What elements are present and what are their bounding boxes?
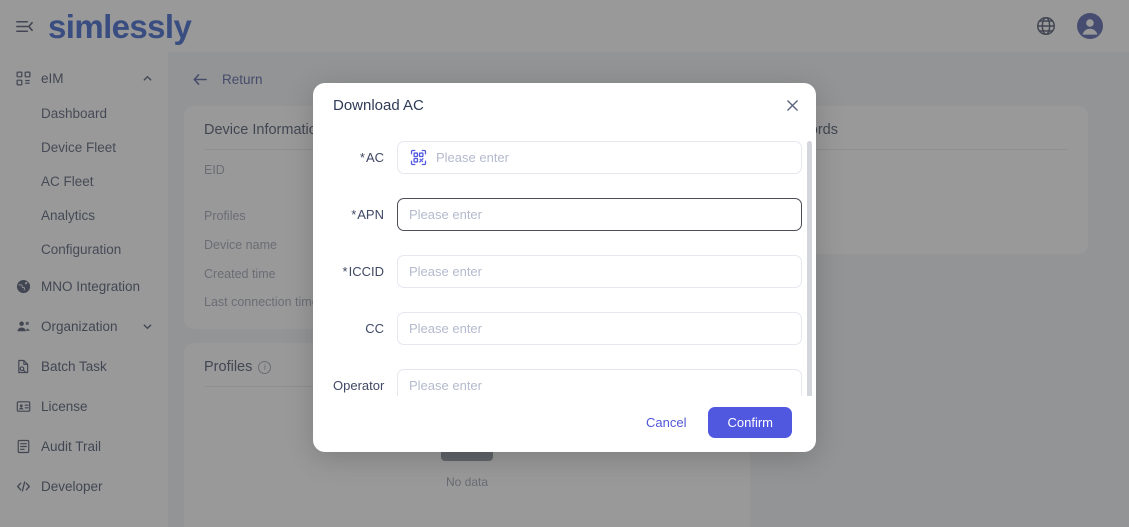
form-row-operator: Operator Please enter xyxy=(313,357,802,396)
apn-input[interactable]: Please enter xyxy=(397,198,802,231)
modal-body: *AC Please enter *APN Please enter *ICCI… xyxy=(313,127,816,396)
form-label-iccid: *ICCID xyxy=(333,264,397,279)
operator-input-placeholder: Please enter xyxy=(409,378,482,393)
modal-header: Download AC xyxy=(313,83,816,127)
form-label-operator: Operator xyxy=(333,378,397,393)
required-marker-ac: * xyxy=(359,150,365,165)
download-ac-modal: Download AC *AC Please enter *APN Please… xyxy=(313,83,816,452)
modal-title: Download AC xyxy=(333,96,424,114)
cc-input-placeholder: Please enter xyxy=(409,321,482,336)
form-label-cc: CC xyxy=(333,321,397,336)
operator-input[interactable]: Please enter xyxy=(397,369,802,396)
form-label-apn-text: APN xyxy=(357,207,384,222)
form-row-cc: CC Please enter xyxy=(313,300,802,357)
confirm-button[interactable]: Confirm xyxy=(708,406,792,438)
apn-input-placeholder: Please enter xyxy=(409,207,482,222)
qr-scan-icon[interactable] xyxy=(409,149,427,167)
cc-input[interactable]: Please enter xyxy=(397,312,802,345)
form-row-ac: *AC Please enter xyxy=(313,129,802,186)
required-marker-apn: * xyxy=(351,207,357,222)
form-label-cc-text: CC xyxy=(365,321,384,336)
modal-footer: Cancel Confirm xyxy=(313,396,816,452)
form-label-iccid-text: ICCID xyxy=(348,264,384,279)
form-row-iccid: *ICCID Please enter xyxy=(313,243,802,300)
form-label-ac: *AC xyxy=(333,150,397,165)
form-label-operator-text: Operator xyxy=(333,378,385,393)
modal-scrollbar[interactable] xyxy=(807,141,812,396)
form-label-ac-text: AC xyxy=(365,150,384,165)
modal-scroll-area: *AC Please enter *APN Please enter *ICCI… xyxy=(313,129,816,396)
close-icon[interactable] xyxy=(782,95,802,115)
required-marker-iccid: * xyxy=(342,264,348,279)
form-label-apn: *APN xyxy=(333,207,397,222)
cancel-button[interactable]: Cancel xyxy=(634,407,698,438)
iccid-input-placeholder: Please enter xyxy=(409,264,482,279)
ac-input-placeholder: Please enter xyxy=(436,150,509,165)
iccid-input[interactable]: Please enter xyxy=(397,255,802,288)
form-row-apn: *APN Please enter xyxy=(313,186,802,243)
ac-input[interactable]: Please enter xyxy=(397,141,802,174)
